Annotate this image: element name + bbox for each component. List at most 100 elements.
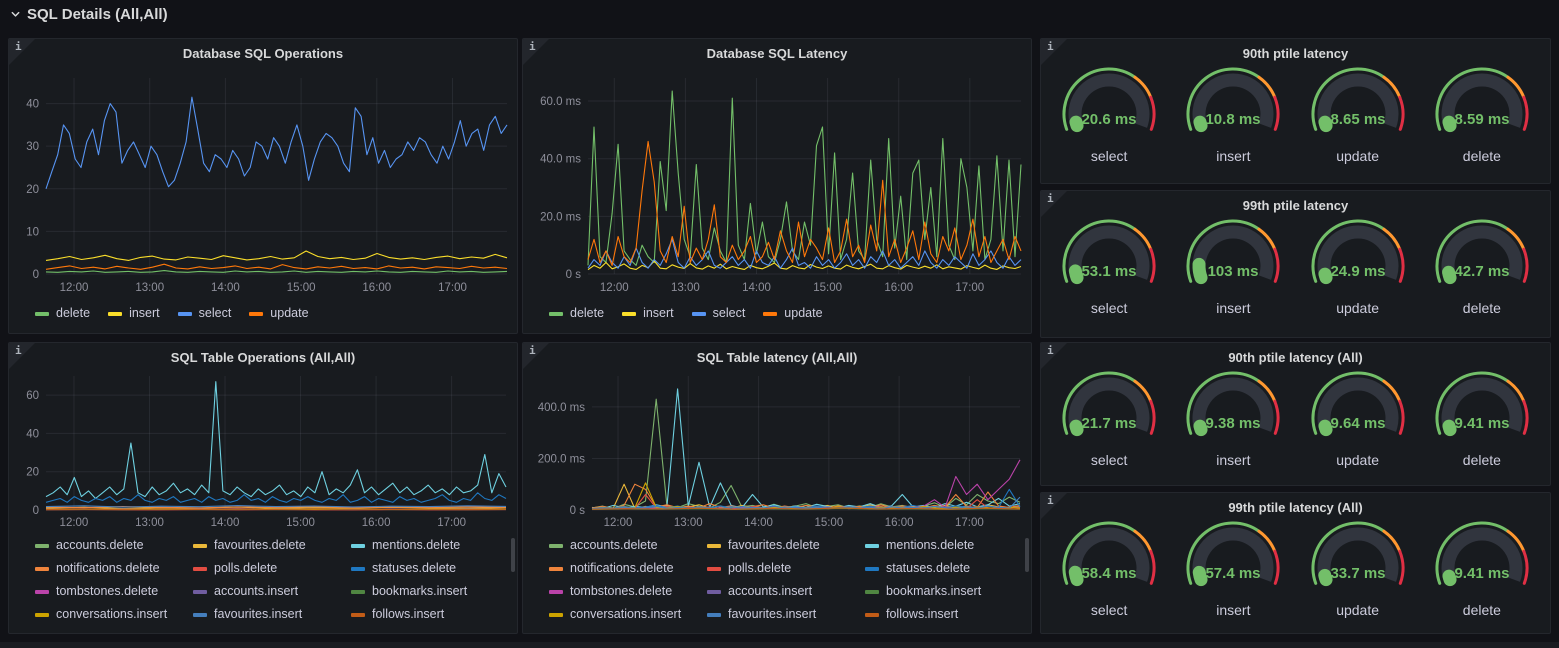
legend-swatch xyxy=(549,567,563,571)
legend-scrollbar[interactable] xyxy=(511,538,515,572)
legend-item-conversations.insert[interactable]: conversations.insert xyxy=(549,603,703,626)
gauge-label: select xyxy=(1048,602,1170,618)
panel-info-icon[interactable]: i xyxy=(523,39,549,65)
legend-item-delete[interactable]: delete xyxy=(35,302,90,325)
series-line-favourites.insert xyxy=(46,506,506,508)
legend-item-accounts.insert[interactable]: accounts.insert xyxy=(707,580,861,603)
legend-item-insert[interactable]: insert xyxy=(622,302,674,325)
legend-item-mentions.delete[interactable]: mentions.delete xyxy=(865,534,1019,557)
x-tick-label: 14:00 xyxy=(211,517,240,529)
chart-legend: delete insert select update xyxy=(549,302,1031,325)
y-tick-label: 30 xyxy=(26,141,39,153)
legend-item-accounts.insert[interactable]: accounts.insert xyxy=(193,580,347,603)
legend-item-tombstones.delete[interactable]: tombstones.delete xyxy=(549,580,703,603)
gauge-value: 21.7 ms xyxy=(1082,415,1137,432)
legend-item-select[interactable]: select xyxy=(178,302,232,325)
legend-item-favourites.delete[interactable]: favourites.delete xyxy=(707,534,861,557)
legend-swatch xyxy=(351,590,365,594)
legend-swatch xyxy=(763,312,777,316)
gauge-insert: 10.8 msinsert xyxy=(1172,66,1294,164)
x-tick-label: 17:00 xyxy=(955,282,984,294)
row-header-sql-details[interactable]: SQL Details (All,All) xyxy=(10,6,168,23)
x-tick-label: 15:00 xyxy=(814,517,843,529)
x-tick-label: 16:00 xyxy=(884,282,913,294)
legend-item-follows.insert[interactable]: follows.insert xyxy=(351,603,505,626)
legend-item-accounts.delete[interactable]: accounts.delete xyxy=(549,534,703,557)
legend-item-statuses.delete[interactable]: statuses.delete xyxy=(865,557,1019,580)
panel-info-icon[interactable]: i xyxy=(1041,39,1067,65)
x-tick-label: 17:00 xyxy=(437,517,466,529)
gauge-canvas: 58.4 ms xyxy=(1050,520,1168,606)
legend-scrollbar[interactable] xyxy=(1025,538,1029,572)
panel-info-icon[interactable]: i xyxy=(9,39,35,65)
y-tick-label: 0 s xyxy=(566,269,582,281)
x-tick-label: 15:00 xyxy=(813,282,842,294)
legend-item-polls.delete[interactable]: polls.delete xyxy=(707,557,861,580)
panel-sql-table-latency: i SQL Table latency (All,All) 0 s200.0 m… xyxy=(522,342,1032,634)
gauge-value: 103 ms xyxy=(1208,263,1259,280)
legend-item-update[interactable]: update xyxy=(763,302,822,325)
panel-90th-ptile-latency-all: i 90th ptile latency (All) 21.7 msselect… xyxy=(1040,342,1551,486)
chart-legend: accounts.deletefavourites.deletementions… xyxy=(35,534,517,626)
gauge-select: 21.7 msselect xyxy=(1048,370,1170,468)
gauge-delete: 9.41 msdelete xyxy=(1421,370,1543,468)
y-tick-label: 200.0 ms xyxy=(538,453,586,465)
legend-swatch xyxy=(707,567,721,571)
legend-swatch xyxy=(351,613,365,617)
series-line-select xyxy=(46,97,507,189)
panel-database-sql-latency: i Database SQL Latency 0 s20.0 ms40.0 ms… xyxy=(522,38,1032,334)
panel-info-icon[interactable]: i xyxy=(1041,493,1067,519)
x-tick-label: 12:00 xyxy=(60,517,89,529)
legend-swatch xyxy=(707,544,721,548)
legend-item-polls.delete[interactable]: polls.delete xyxy=(193,557,347,580)
gauge-canvas: 9.41 ms xyxy=(1423,370,1541,456)
legend-swatch xyxy=(692,312,706,316)
x-tick-label: 15:00 xyxy=(287,282,316,294)
gauge-label: delete xyxy=(1421,452,1543,468)
gauge-value: 9.64 ms xyxy=(1330,415,1385,432)
gauge-canvas: 21.7 ms xyxy=(1050,370,1168,456)
gauge-value: 58.4 ms xyxy=(1082,565,1137,582)
panel-title: Database SQL Operations xyxy=(9,39,517,62)
gauge-value: 57.4 ms xyxy=(1206,565,1261,582)
legend-item-notifications.delete[interactable]: notifications.delete xyxy=(549,557,703,580)
panel-info-icon[interactable]: i xyxy=(9,343,35,369)
panel-database-sql-operations: i Database SQL Operations 01020304012:00… xyxy=(8,38,518,334)
legend-item-insert[interactable]: insert xyxy=(108,302,160,325)
legend-item-select[interactable]: select xyxy=(692,302,746,325)
gauge-value: 8.65 ms xyxy=(1330,111,1385,128)
legend-swatch xyxy=(178,312,192,316)
legend-item-favourites.insert[interactable]: favourites.insert xyxy=(193,603,347,626)
x-tick-label: 13:00 xyxy=(135,517,164,529)
gauge-canvas: 53.1 ms xyxy=(1050,218,1168,304)
legend-item-delete[interactable]: delete xyxy=(549,302,604,325)
gauge-update: 24.9 msupdate xyxy=(1297,218,1419,316)
gauge-label: select xyxy=(1048,300,1170,316)
panel-info-icon[interactable]: i xyxy=(1041,343,1067,369)
legend-item-favourites.delete[interactable]: favourites.delete xyxy=(193,534,347,557)
legend-item-mentions.delete[interactable]: mentions.delete xyxy=(351,534,505,557)
legend-item-statuses.delete[interactable]: statuses.delete xyxy=(351,557,505,580)
legend-item-bookmarks.insert[interactable]: bookmarks.insert xyxy=(865,580,1019,603)
panel-info-icon[interactable]: i xyxy=(523,343,549,369)
gauge-label: update xyxy=(1297,300,1419,316)
legend-swatch xyxy=(108,312,122,316)
legend-item-update[interactable]: update xyxy=(249,302,308,325)
y-tick-label: 20 xyxy=(26,184,39,196)
legend-swatch xyxy=(35,613,49,617)
legend-item-tombstones.delete[interactable]: tombstones.delete xyxy=(35,580,189,603)
y-tick-label: 400.0 ms xyxy=(538,402,586,414)
legend-item-bookmarks.insert[interactable]: bookmarks.insert xyxy=(351,580,505,603)
legend-item-accounts.delete[interactable]: accounts.delete xyxy=(35,534,189,557)
legend-item-follows.insert[interactable]: follows.insert xyxy=(865,603,1019,626)
gauge-value: 9.38 ms xyxy=(1206,415,1261,432)
gauge-label: insert xyxy=(1172,452,1294,468)
x-tick-label: 17:00 xyxy=(955,517,984,529)
panel-info-icon[interactable]: i xyxy=(1041,191,1067,217)
y-tick-label: 0 s xyxy=(570,505,586,517)
legend-item-favourites.insert[interactable]: favourites.insert xyxy=(707,603,861,626)
legend-item-notifications.delete[interactable]: notifications.delete xyxy=(35,557,189,580)
y-tick-label: 60.0 ms xyxy=(540,96,581,108)
gauge-canvas: 8.65 ms xyxy=(1299,66,1417,152)
legend-item-conversations.insert[interactable]: conversations.insert xyxy=(35,603,189,626)
